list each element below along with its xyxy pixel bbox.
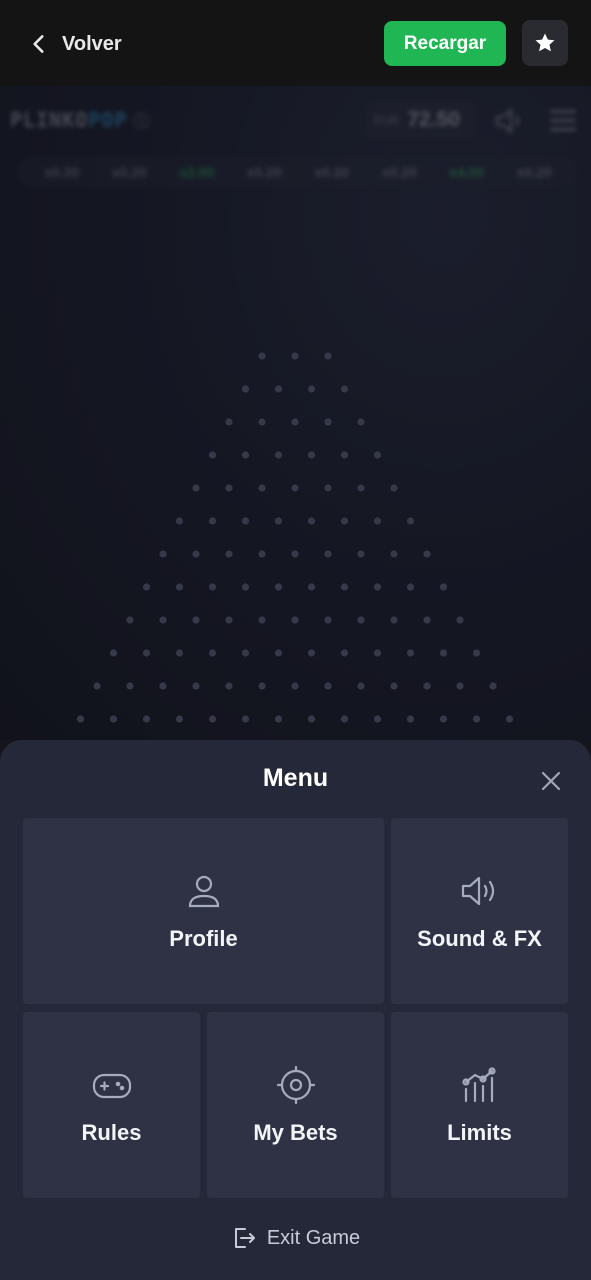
top-bar: Volver Recargar bbox=[0, 0, 591, 86]
menu-item-label: Profile bbox=[169, 926, 238, 951]
back-label: Volver bbox=[62, 32, 122, 55]
logout-icon bbox=[234, 1228, 255, 1248]
game-area: PLINKOPOP ⓘ EUR 72.50 x0.20 x0.20 x2.00 x0.2… bbox=[0, 86, 591, 740]
menu-item-label: Sound & FX bbox=[417, 926, 542, 951]
menu-item-label: Limits bbox=[447, 1120, 512, 1145]
target-icon bbox=[276, 1065, 315, 1105]
dim-overlay bbox=[0, 86, 591, 740]
limits-icon bbox=[461, 1067, 496, 1103]
menu-sheet: Menu Profile Sound & FX Rules My Bets Li… bbox=[0, 740, 591, 1280]
gamepad-icon bbox=[92, 1073, 131, 1099]
exit-game-button[interactable]: Exit Game bbox=[0, 1220, 591, 1256]
menu-item-label: My Bets bbox=[253, 1120, 338, 1145]
speaker-icon bbox=[461, 876, 494, 906]
favorite-button[interactable] bbox=[522, 20, 568, 66]
star-icon bbox=[535, 33, 555, 52]
menu-title: Menu bbox=[262, 764, 329, 792]
menu-item-limits[interactable]: Limits bbox=[391, 1012, 568, 1198]
menu-item-label: Rules bbox=[81, 1120, 142, 1145]
chevron-left-icon bbox=[33, 35, 44, 53]
menu-item-sound[interactable]: Sound & FX bbox=[391, 818, 568, 1004]
exit-game-label: Exit Game bbox=[266, 1226, 361, 1249]
reload-button[interactable]: Recargar bbox=[384, 21, 506, 66]
menu-item-rules[interactable]: Rules bbox=[23, 1012, 200, 1198]
menu-item-my-bets[interactable]: My Bets bbox=[207, 1012, 384, 1198]
menu-item-profile[interactable]: Profile bbox=[23, 818, 384, 1004]
close-icon[interactable] bbox=[538, 768, 564, 794]
back-button[interactable]: Volver bbox=[26, 26, 122, 62]
user-icon bbox=[188, 875, 219, 908]
